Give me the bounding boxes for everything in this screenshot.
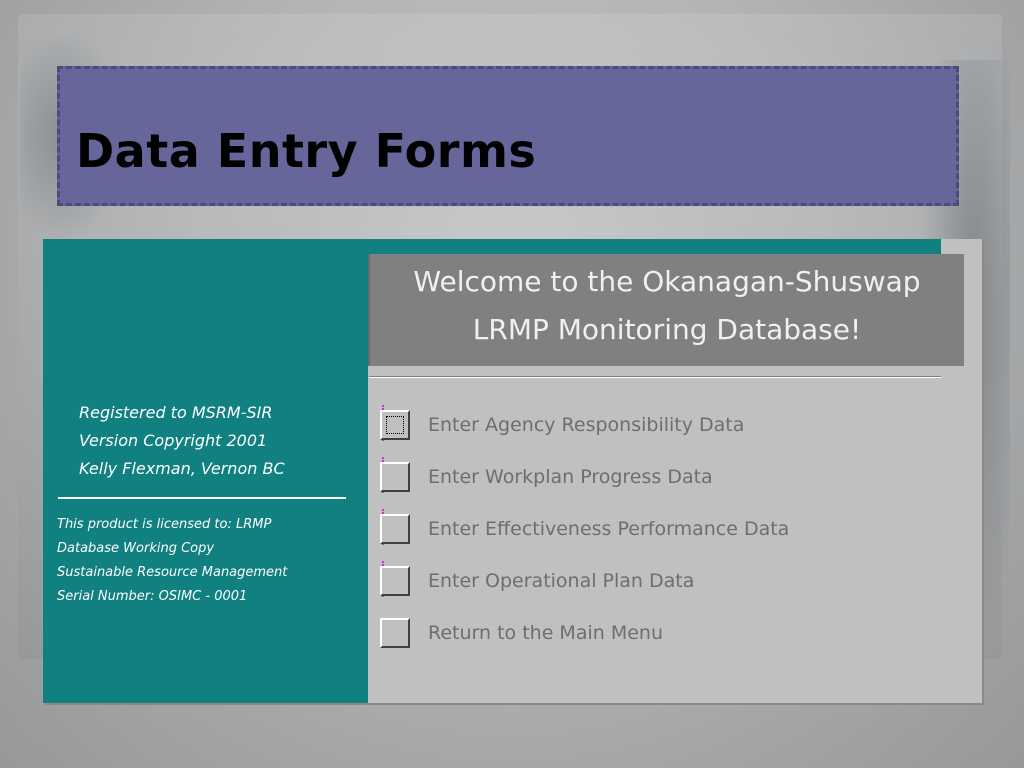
license-line: Serial Number: OSIMC - 0001 (57, 589, 248, 604)
menu-item-label[interactable]: Enter Agency Responsibility Data (428, 414, 744, 436)
effectiveness-performance-button[interactable] (380, 514, 410, 544)
panel-divider (58, 497, 346, 499)
registration-line: Kelly Flexman, Vernon BC (79, 459, 285, 478)
menu-item-label[interactable]: Enter Workplan Progress Data (428, 466, 713, 488)
license-line: Sustainable Resource Management (57, 565, 288, 580)
welcome-banner: Welcome to the Okanagan-Shuswap LRMP Mon… (368, 254, 964, 366)
welcome-line-2: LRMP Monitoring Database! (472, 313, 862, 346)
workplan-progress-button[interactable] (380, 462, 410, 492)
switchboard-form: Registered to MSRM-SIR Version Copyright… (43, 239, 982, 703)
menu-item-effectiveness-performance[interactable]: Enter Effectiveness Performance Data (380, 503, 940, 555)
menu-item-return-main-menu[interactable]: Return to the Main Menu (380, 607, 940, 659)
menu-separator (369, 376, 941, 378)
registration-line: Registered to MSRM-SIR (79, 403, 273, 422)
slide-title: Data Entry Forms (76, 124, 537, 178)
return-main-menu-button[interactable] (380, 618, 410, 648)
slide-title-box: Data Entry Forms (57, 66, 959, 206)
menu-item-label[interactable]: Return to the Main Menu (428, 622, 663, 644)
registration-info: Registered to MSRM-SIR Version Copyright… (79, 399, 359, 483)
menu-item-label[interactable]: Enter Effectiveness Performance Data (428, 518, 789, 540)
switchboard-menu: Enter Agency Responsibility Data Enter W… (380, 399, 940, 659)
menu-item-operational-plan[interactable]: Enter Operational Plan Data (380, 555, 940, 607)
license-line: This product is licensed to: LRMP (57, 517, 272, 532)
agency-responsibility-button[interactable] (380, 410, 410, 440)
registration-panel: Registered to MSRM-SIR Version Copyright… (43, 239, 368, 703)
menu-item-label[interactable]: Enter Operational Plan Data (428, 570, 694, 592)
license-info: This product is licensed to: LRMP Databa… (57, 513, 362, 609)
license-line: Database Working Copy (57, 541, 215, 556)
registration-line: Version Copyright 2001 (79, 431, 268, 450)
operational-plan-button[interactable] (380, 566, 410, 596)
welcome-line-1: Welcome to the Okanagan-Shuswap (413, 265, 921, 298)
header-strip (368, 239, 941, 254)
menu-item-workplan-progress[interactable]: Enter Workplan Progress Data (380, 451, 940, 503)
menu-item-agency-responsibility[interactable]: Enter Agency Responsibility Data (380, 399, 940, 451)
